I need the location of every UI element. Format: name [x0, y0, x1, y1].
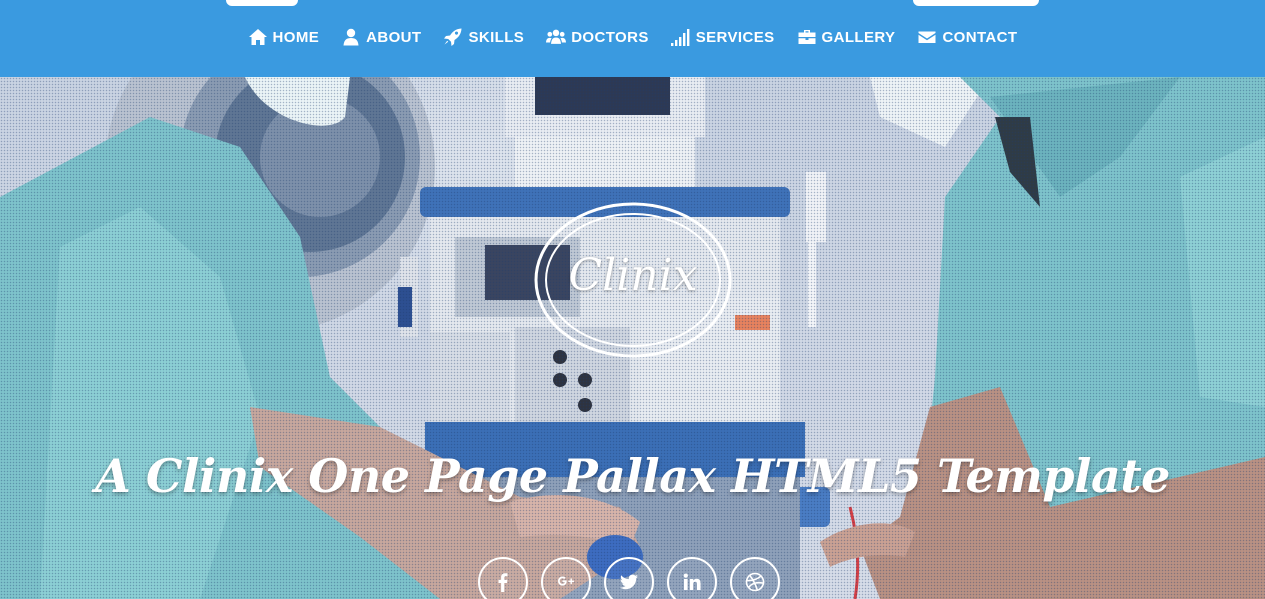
envelope-icon: [917, 28, 937, 46]
nav-item-about[interactable]: ABOUT: [341, 28, 421, 46]
linkedin-icon: [682, 572, 702, 592]
nav-item-gallery[interactable]: GALLERY: [797, 28, 896, 46]
social-google-plus-button[interactable]: [541, 557, 591, 599]
users-icon: [546, 28, 567, 46]
nav-tab-decoration: [226, 0, 298, 6]
facebook-icon: [493, 572, 513, 592]
social-facebook-button[interactable]: [478, 557, 528, 599]
nav-item-label: ABOUT: [366, 28, 422, 46]
nav-menu: HOME ABOUT SKILLS DOCTORS SERVICES GALLE…: [0, 26, 1265, 48]
user-icon: [341, 28, 361, 46]
nav-item-label: GALLERY: [821, 28, 896, 46]
nav-item-label: SKILLS: [468, 28, 525, 46]
nav-item-label: DOCTORS: [571, 28, 649, 46]
nav-item-label: SERVICES: [695, 28, 775, 46]
social-dribbble-button[interactable]: [730, 557, 780, 599]
nav-item-label: HOME: [272, 28, 320, 46]
hero-section: Clinix A Clinix One Page Pallax HTML5 Te…: [0, 77, 1265, 599]
main-navbar: HOME ABOUT SKILLS DOCTORS SERVICES GALLE…: [0, 0, 1265, 77]
signal-icon: [670, 28, 691, 46]
briefcase-icon: [797, 28, 817, 46]
social-twitter-button[interactable]: [604, 557, 654, 599]
logo-text: Clinix: [568, 250, 698, 301]
nav-item-services[interactable]: SERVICES: [670, 28, 775, 46]
nav-item-home[interactable]: HOME: [248, 28, 320, 46]
nav-item-contact[interactable]: CONTACT: [917, 28, 1017, 46]
social-links: [478, 557, 780, 599]
nav-item-skills[interactable]: SKILLS: [443, 28, 524, 46]
doctor-right-figure: [820, 77, 1265, 599]
social-linkedin-button[interactable]: [667, 557, 717, 599]
home-icon: [248, 28, 268, 46]
nav-item-doctors[interactable]: DOCTORS: [546, 28, 649, 46]
rocket-icon: [443, 28, 463, 46]
nav-item-label: CONTACT: [942, 28, 1018, 46]
dribbble-icon: [745, 572, 765, 592]
google-plus-icon: [556, 572, 576, 592]
twitter-icon: [619, 572, 639, 592]
nav-tab-decoration: [913, 0, 1039, 6]
hero-logo[interactable]: Clinix: [533, 200, 733, 360]
hero-tagline: A Clinix One Page Pallax HTML5 Template: [95, 449, 1170, 503]
